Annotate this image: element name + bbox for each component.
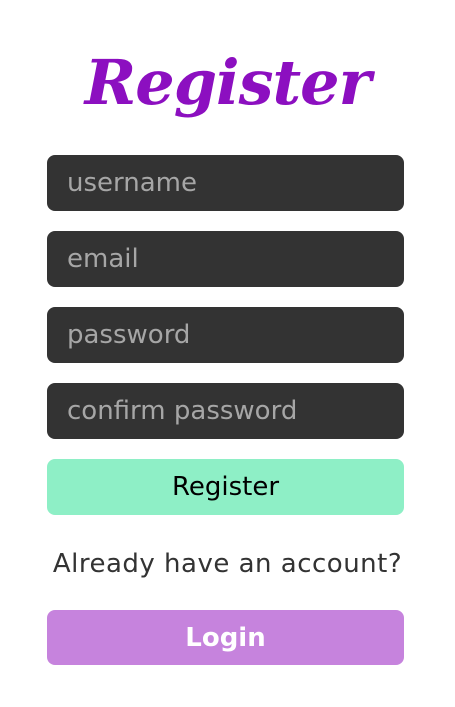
email-field-wrapper: [47, 231, 404, 287]
account-prompt: Already have an account?: [52, 549, 403, 579]
password-input[interactable]: [47, 307, 404, 363]
confirm-password-input[interactable]: [47, 383, 404, 439]
register-button[interactable]: Register: [47, 459, 404, 515]
email-input[interactable]: [47, 231, 404, 287]
username-field-wrapper: [47, 155, 404, 211]
login-button[interactable]: Login: [47, 610, 404, 665]
page-title: Register: [84, 46, 372, 119]
register-page: Register Register Already have an accoun…: [0, 0, 455, 707]
username-input[interactable]: [47, 155, 404, 211]
confirm-password-field-wrapper: [47, 383, 404, 439]
password-field-wrapper: [47, 307, 404, 363]
